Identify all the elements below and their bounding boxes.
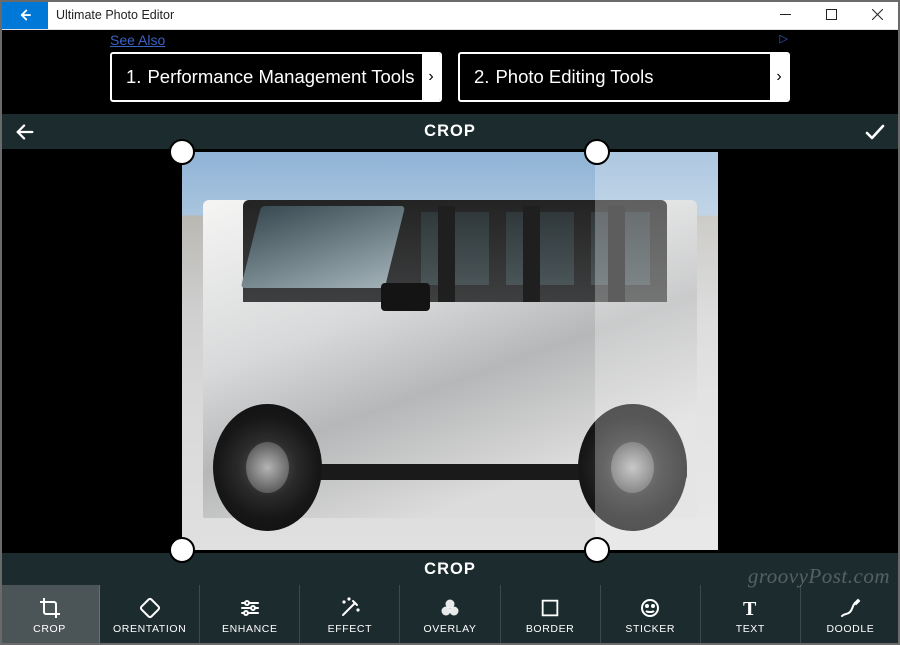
tool-crop[interactable]: CROP (0, 585, 100, 645)
tool-label: STICKER (625, 623, 675, 635)
sticker-icon (638, 595, 662, 621)
ad-area: See Also ▷ 1. Performance Management Too… (0, 30, 900, 114)
crop-title: CROP (0, 122, 900, 141)
back-button[interactable] (0, 0, 48, 29)
chevron-right-icon: › (770, 54, 788, 100)
overlay-icon (438, 595, 462, 621)
maximize-button[interactable] (808, 0, 854, 29)
chevron-right-icon: › (422, 54, 440, 100)
tool-enhance[interactable]: ENHANCE (200, 585, 300, 645)
tool-border[interactable]: BORDER (501, 585, 601, 645)
effect-icon (338, 595, 362, 621)
tool-sticker[interactable]: STICKER (601, 585, 701, 645)
ad-number: 2. (460, 66, 495, 88)
crop-handle-top-left[interactable] (169, 139, 195, 165)
svg-text:T: T (743, 598, 757, 620)
border-icon (539, 595, 561, 621)
tool-label: ORENTATION (113, 623, 186, 635)
crop-header-bar: CROP (0, 114, 900, 149)
tool-text[interactable]: T TEXT (701, 585, 801, 645)
window-title: Ultimate Photo Editor (48, 0, 762, 29)
enhance-icon (238, 595, 262, 621)
tool-overlay[interactable]: OVERLAY (400, 585, 500, 645)
ad-card-1[interactable]: 1. Performance Management Tools › (110, 52, 442, 102)
window-controls (762, 0, 900, 29)
crop-frame[interactable] (182, 152, 718, 550)
crop-mode-bar[interactable]: CROP (0, 553, 900, 585)
window-titlebar: Ultimate Photo Editor (0, 0, 900, 30)
ad-number: 1. (112, 66, 147, 88)
canvas-area (0, 149, 900, 553)
orientation-icon (138, 595, 162, 621)
close-button[interactable] (854, 0, 900, 29)
ad-card-2[interactable]: 2. Photo Editing Tools › (458, 52, 790, 102)
crop-handle-bottom-left[interactable] (169, 537, 195, 563)
tool-label: OVERLAY (423, 623, 476, 635)
crop-handle-bottom-right[interactable] (584, 537, 610, 563)
ad-label: Photo Editing Tools (495, 66, 653, 88)
tool-effect[interactable]: EFFECT (300, 585, 400, 645)
tool-label: CROP (33, 623, 66, 635)
see-also-link[interactable]: See Also (110, 30, 790, 52)
crop-handle-top-right[interactable] (584, 139, 610, 165)
tool-doodle[interactable]: DOODLE (801, 585, 900, 645)
doodle-icon (838, 595, 862, 621)
tool-label: TEXT (736, 623, 765, 635)
crop-cancel-button[interactable] (0, 114, 50, 149)
tool-label: ENHANCE (222, 623, 278, 635)
photo-preview (182, 152, 718, 550)
crop-excluded-region (595, 152, 718, 550)
ad-label: Performance Management Tools (147, 66, 414, 88)
tool-label: BORDER (526, 623, 575, 635)
crop-mode-label: CROP (424, 560, 476, 579)
tool-label: DOODLE (826, 623, 874, 635)
crop-confirm-button[interactable] (850, 114, 900, 149)
minimize-button[interactable] (762, 0, 808, 29)
tool-label: EFFECT (328, 623, 372, 635)
text-icon: T (738, 595, 762, 621)
tool-orientation[interactable]: ORENTATION (100, 585, 200, 645)
crop-icon (38, 595, 62, 621)
ad-info-icon[interactable]: ▷ (780, 32, 788, 45)
bottom-toolbar: CROP ORENTATION ENHANCE EFFECT OVERLAY B… (0, 585, 900, 645)
